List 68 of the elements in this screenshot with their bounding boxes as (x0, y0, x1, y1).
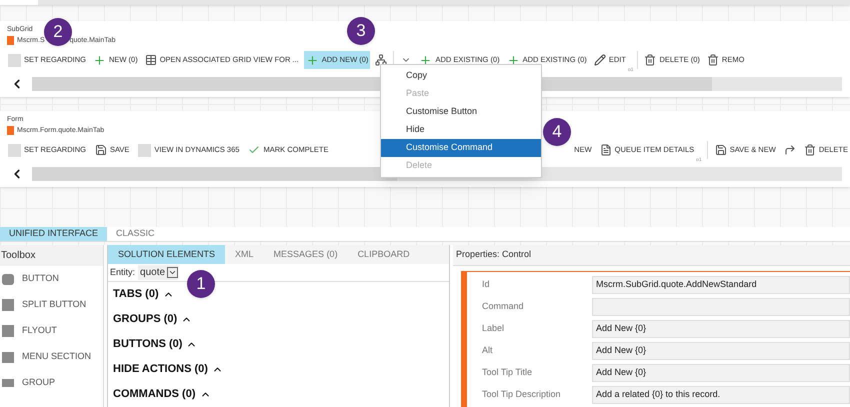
property-label: Command (482, 300, 525, 313)
property-label: Id (482, 278, 491, 291)
property-label: Tool Tip Description (482, 388, 562, 401)
caret-icon (167, 267, 178, 278)
toolbox-item-label: BUTTON (22, 272, 59, 286)
toolbox-item-icon (2, 299, 14, 311)
toolbox-item[interactable]: BUTTON (0, 266, 103, 292)
plus-icon (92, 54, 106, 66)
toolbox-item-label: SPLIT BUTTON (22, 298, 86, 312)
toolbox-item[interactable]: SPLIT BUTTON (0, 292, 103, 318)
blank-square-icon (138, 144, 152, 156)
plus-icon (506, 54, 520, 66)
menu-item[interactable]: Copy (381, 67, 541, 85)
toolbox-item-icon (2, 325, 14, 337)
menu-item[interactable]: Customise Command (381, 139, 541, 157)
section-heading[interactable]: BUTTONS (0) (113, 336, 182, 353)
toolbox-item[interactable]: FLYOUT (0, 318, 103, 344)
menu-item[interactable]: Customise Button (381, 103, 541, 121)
property-label: Alt (482, 344, 494, 357)
entity-label: Entity: (110, 266, 136, 279)
section-heading[interactable]: HIDE ACTIONS (0) (113, 361, 208, 378)
plus-icon (419, 54, 432, 66)
blank-square-icon (8, 54, 21, 66)
section-heading[interactable]: GROUPS (0) (113, 311, 178, 328)
entity-dropdown[interactable]: quote (138, 265, 178, 280)
solution-tab[interactable]: SOLUTION ELEMENTS (108, 245, 226, 264)
property-field[interactable]: Mscrm.SubGrid.quote.AddNewStandard (592, 276, 850, 294)
mode-tab[interactable]: CLASSIC (107, 227, 164, 241)
property-field[interactable]: Add New {0} (592, 320, 850, 338)
solution-tab[interactable]: CLIPBOARD (348, 245, 420, 264)
toolbox-item[interactable]: MENU SECTION (0, 344, 103, 370)
ribbon-marker-icon (7, 126, 14, 136)
save-icon (94, 144, 107, 156)
toolbox-item-label: MENU SECTION (22, 350, 92, 364)
property-label: Tool Tip Title (482, 366, 534, 379)
scrollbar-thumb[interactable] (32, 167, 396, 181)
section-heading[interactable]: COMMANDS (0) (113, 386, 196, 403)
toolbox-item[interactable]: GROUP (0, 370, 103, 396)
trash-icon (804, 144, 816, 156)
panel-title: Toolbox (0, 245, 103, 266)
ribbon-marker-icon (7, 36, 14, 46)
document-icon (600, 144, 612, 156)
solution-tab[interactable]: MESSAGES (0) (264, 245, 348, 264)
property-field[interactable]: Add a related {0} to this record. (592, 386, 850, 404)
redirect-arrow-icon (784, 144, 796, 156)
toolbox-item-label: FLYOUT (22, 324, 57, 338)
grid-icon (144, 54, 157, 66)
panel-title: Properties: Control (453, 245, 850, 266)
check-icon (248, 144, 260, 156)
plus-icon (306, 54, 319, 66)
toolbox-item-icon (2, 274, 14, 284)
hierarchy-icon (375, 54, 388, 66)
pencil-icon (594, 54, 606, 66)
trash-icon (644, 54, 656, 66)
section-heading[interactable]: TABS (0) (113, 286, 159, 303)
solution-tab[interactable]: XML (225, 245, 264, 264)
toolbox-item-icon (2, 379, 14, 387)
property-label: Label (482, 322, 506, 335)
property-field[interactable]: Add New {0} (592, 342, 850, 360)
property-field[interactable] (592, 298, 850, 316)
mode-tab[interactable]: UNIFIED INTERFACE (0, 227, 108, 241)
toolbox-item-icon (2, 352, 14, 362)
menu-item[interactable]: Hide (381, 121, 541, 139)
trash-icon (706, 54, 719, 66)
toolbox-item-label: GROUP (22, 376, 56, 390)
property-field[interactable]: Add New {0} (592, 364, 850, 382)
blank-square-icon (8, 144, 21, 156)
save-icon (714, 144, 727, 156)
